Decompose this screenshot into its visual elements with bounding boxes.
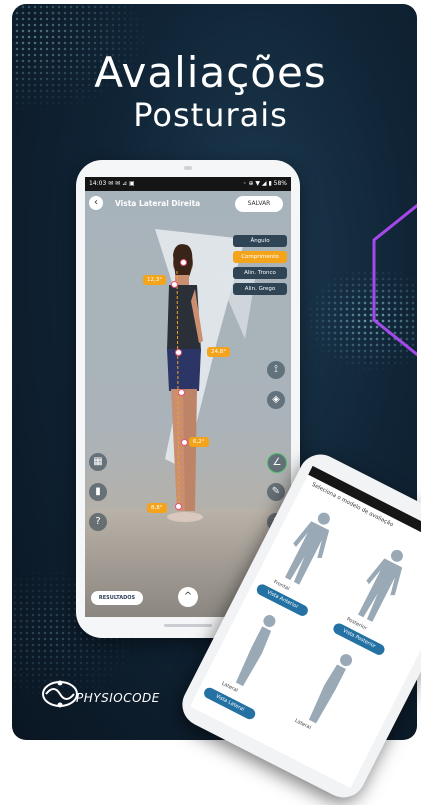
status-right: ◦ ⊕ ▼ ◢ ▮ 58% xyxy=(243,180,287,187)
measure-tag: 12,3° xyxy=(143,275,166,285)
landmark-point[interactable] xyxy=(175,503,182,510)
landmark-point[interactable] xyxy=(180,259,187,266)
results-button[interactable]: RESULTADOS xyxy=(91,591,143,605)
headline-line-2: Posturais xyxy=(133,96,288,134)
headline-line-1: Avaliações xyxy=(94,48,327,97)
landmark-point[interactable] xyxy=(181,439,188,446)
phone-camera xyxy=(184,166,192,170)
landmark-point[interactable] xyxy=(175,349,182,356)
home-indicator xyxy=(164,624,212,627)
status-bar: 14:03 ✉ ✉ ⊿ ▣ ◦ ⊕ ▼ ◢ ▮ 58% xyxy=(85,177,291,191)
chip-grid-alignment[interactable]: Alin. Grego xyxy=(233,283,287,295)
landmark-point[interactable] xyxy=(178,389,185,396)
body-figure-side-icon xyxy=(235,615,276,687)
body-figure-front-icon xyxy=(284,512,330,585)
physiocode-logo-icon xyxy=(42,680,78,708)
pencil-icon[interactable]: ✎ xyxy=(267,483,285,501)
help-icon[interactable]: ? xyxy=(89,513,107,531)
body-figure-side-alt-icon xyxy=(308,654,353,724)
measure-tag: 8,8° xyxy=(147,503,167,513)
screen-title: Vista Lateral Direita xyxy=(115,199,201,208)
measure-tag: 6,2° xyxy=(189,437,209,447)
angle-tool-icon[interactable]: ∠ xyxy=(267,453,287,473)
status-left: 14:03 ✉ ✉ ⊿ ▣ xyxy=(89,180,135,187)
neon-hexagon-icon xyxy=(372,203,417,357)
body-figure-back-icon xyxy=(358,549,403,622)
chip-trunk-alignment[interactable]: Alin. Tronco xyxy=(233,267,287,279)
app-bar: ‹ Vista Lateral Direita SALVAR xyxy=(85,191,291,217)
back-button[interactable]: ‹ xyxy=(89,196,103,210)
brand-name: PHYSIOCODE xyxy=(76,691,160,705)
measure-tool-icon[interactable]: ⟟ xyxy=(267,361,285,379)
grid-icon[interactable]: ▦ xyxy=(89,453,107,471)
expand-up-button[interactable]: ^ xyxy=(178,587,198,607)
measure-tag: 24,8° xyxy=(207,347,230,357)
chip-angle[interactable]: Ângulo xyxy=(233,235,287,247)
layers-tool-icon[interactable]: ◈ xyxy=(267,391,285,409)
landmark-point[interactable] xyxy=(171,281,178,288)
chip-length[interactable]: Comprimento xyxy=(233,251,287,263)
ruler-icon[interactable]: ▮ xyxy=(89,483,107,501)
save-button[interactable]: SALVAR xyxy=(235,196,283,212)
